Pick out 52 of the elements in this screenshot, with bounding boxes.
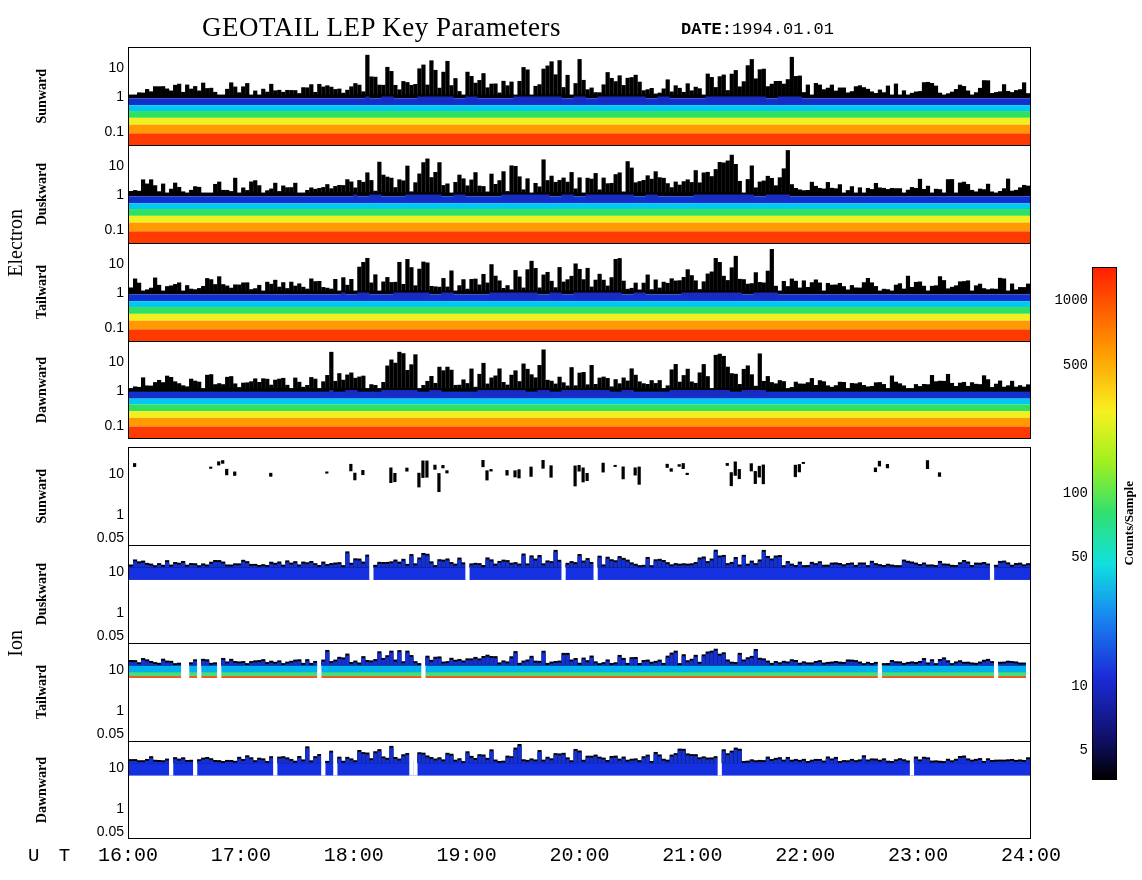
panel-label: Duskward xyxy=(34,562,50,626)
y-tick-label: 10 xyxy=(108,661,124,678)
x-tick-label: 19:00 xyxy=(436,844,497,868)
x-tick-label: 20:00 xyxy=(549,844,610,868)
y-tick-label: 1 xyxy=(116,284,124,300)
panel-label: Sunward xyxy=(34,468,50,524)
panel-label: Tailward xyxy=(34,265,50,319)
y-tick-label: 1 xyxy=(116,603,124,620)
y-tick-label: 0.1 xyxy=(104,221,124,238)
panel-label: Dawnward xyxy=(34,356,50,424)
y-tick-label: 10 xyxy=(108,254,124,271)
y-tick-label: 0.05 xyxy=(96,627,124,644)
panel-label: Dawnward xyxy=(34,756,50,824)
group-label: Electron xyxy=(3,209,27,277)
y-tick-label: 10 xyxy=(108,759,124,776)
x-tick-label: 17:00 xyxy=(210,844,271,868)
group-label: Ion xyxy=(3,629,27,657)
y-tick-label: 0.1 xyxy=(104,319,124,336)
y-tick-label: 1 xyxy=(116,186,124,202)
y-tick-label: 0.1 xyxy=(104,123,124,140)
colorbar-tick-label: 50 xyxy=(1071,548,1088,565)
y-tick-label: 0.05 xyxy=(96,823,124,840)
y-tick-label: 10 xyxy=(108,156,124,173)
colorbar-tick-label: 1000 xyxy=(1054,291,1088,308)
x-tick-label: 18:00 xyxy=(323,844,384,868)
x-tick-label: 16:00 xyxy=(98,844,158,868)
colorbar-tick-label: 5 xyxy=(1079,742,1088,759)
y-tick-label: 1 xyxy=(116,382,124,398)
colorbar-title: Counts/Sample xyxy=(1121,481,1137,566)
y-tick-label: 10 xyxy=(108,465,124,482)
y-tick-label: 0.05 xyxy=(96,529,124,546)
y-tick-label: 10 xyxy=(108,58,124,75)
panel-label: Duskward xyxy=(34,162,50,226)
colorbar-tick-label: 500 xyxy=(1062,356,1088,373)
date-text: DATE:1994.01.01 xyxy=(681,19,835,41)
panel-label: Tailward xyxy=(34,665,50,719)
y-tick-label: 1 xyxy=(116,701,124,718)
colorbar-tick-label: 100 xyxy=(1062,484,1088,501)
panel-label: Sunward xyxy=(34,68,50,124)
y-tick-label: 1 xyxy=(116,799,124,816)
x-tick-label: 22:00 xyxy=(775,844,836,868)
colorbar-tick-label: 10 xyxy=(1071,678,1088,695)
y-tick-label: 0.05 xyxy=(96,725,124,742)
y-tick-label: 10 xyxy=(108,563,124,580)
y-tick-label: 10 xyxy=(108,352,124,369)
x-tick-label: 24:00 xyxy=(1001,844,1061,868)
y-tick-label: 1 xyxy=(116,505,124,522)
x-tick-label: 23:00 xyxy=(888,844,949,868)
y-tick-label: 0.1 xyxy=(104,417,124,434)
chart-title: GEOTAIL LEP Key Parameters xyxy=(202,11,561,44)
x-tick-label: 21:00 xyxy=(662,844,723,868)
y-tick-label: 1 xyxy=(116,88,124,104)
